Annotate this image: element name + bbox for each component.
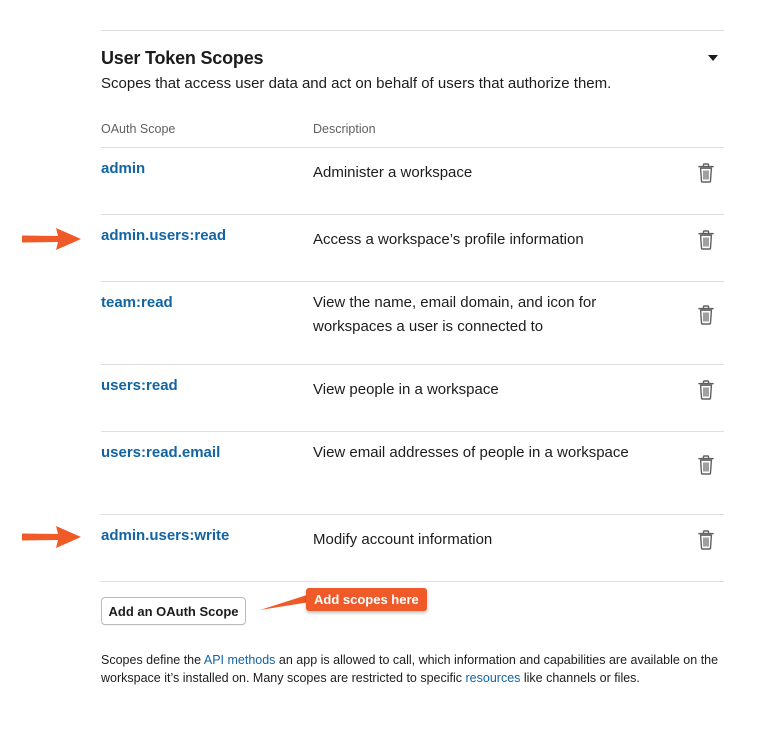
scope-description: Administer a workspace xyxy=(313,164,473,181)
callout-label: Add scopes here xyxy=(306,588,427,611)
callout-pointer xyxy=(260,594,310,610)
table-row: admin Administer a workspace xyxy=(101,147,724,214)
arrow-right-icon xyxy=(22,228,81,250)
scope-link-users-read[interactable]: users:read xyxy=(101,377,178,394)
scope-link-users-read-email[interactable]: users:read.email xyxy=(101,444,220,461)
table-row: admin.users:write Modify account informa… xyxy=(101,514,724,581)
scope-description: View the name, email domain, and icon fo… xyxy=(313,294,597,335)
footer-note: Scopes define the API methods an app is … xyxy=(101,651,726,687)
scope-description: Modify account information xyxy=(313,531,493,548)
add-oauth-scope-button[interactable]: Add an OAuth Scope xyxy=(101,597,246,625)
scope-link-admin-users-write[interactable]: admin.users:write xyxy=(101,527,229,544)
scopes-table: admin Administer a workspace admin.users… xyxy=(101,147,724,582)
trash-icon[interactable] xyxy=(698,380,714,400)
table-row: users:read.email View email addresses of… xyxy=(101,431,724,514)
caret-down-icon[interactable] xyxy=(708,55,718,61)
arrow-right-icon xyxy=(22,526,81,548)
top-divider xyxy=(101,30,724,31)
footer-text: like channels or files. xyxy=(520,671,640,685)
trash-icon[interactable] xyxy=(698,163,714,183)
scope-link-team-read[interactable]: team:read xyxy=(101,294,173,311)
scope-description: Access a workspace’s profile information xyxy=(313,231,584,248)
table-row: team:read View the name, email domain, a… xyxy=(101,281,724,364)
scope-link-admin[interactable]: admin xyxy=(101,160,145,177)
trash-icon[interactable] xyxy=(698,530,714,550)
footer-text: Scopes define the xyxy=(101,653,204,667)
scope-link-admin-users-read[interactable]: admin.users:read xyxy=(101,227,226,244)
resources-link[interactable]: resources xyxy=(466,671,521,685)
scope-description: View email addresses of people in a work… xyxy=(313,444,629,461)
column-header-oauth-scope: OAuth Scope xyxy=(101,122,176,136)
section-title: User Token Scopes xyxy=(101,48,264,68)
api-methods-link[interactable]: API methods xyxy=(204,653,276,667)
table-row: users:read View people in a workspace xyxy=(101,364,724,431)
scope-description: View people in a workspace xyxy=(313,381,499,398)
table-bottom-divider xyxy=(101,581,724,582)
section-subtitle: Scopes that access user data and act on … xyxy=(101,75,612,92)
trash-icon[interactable] xyxy=(698,305,714,325)
trash-icon[interactable] xyxy=(698,455,714,475)
trash-icon[interactable] xyxy=(698,230,714,250)
table-row: admin.users:read Access a workspace’s pr… xyxy=(101,214,724,281)
column-header-description: Description xyxy=(313,122,376,136)
